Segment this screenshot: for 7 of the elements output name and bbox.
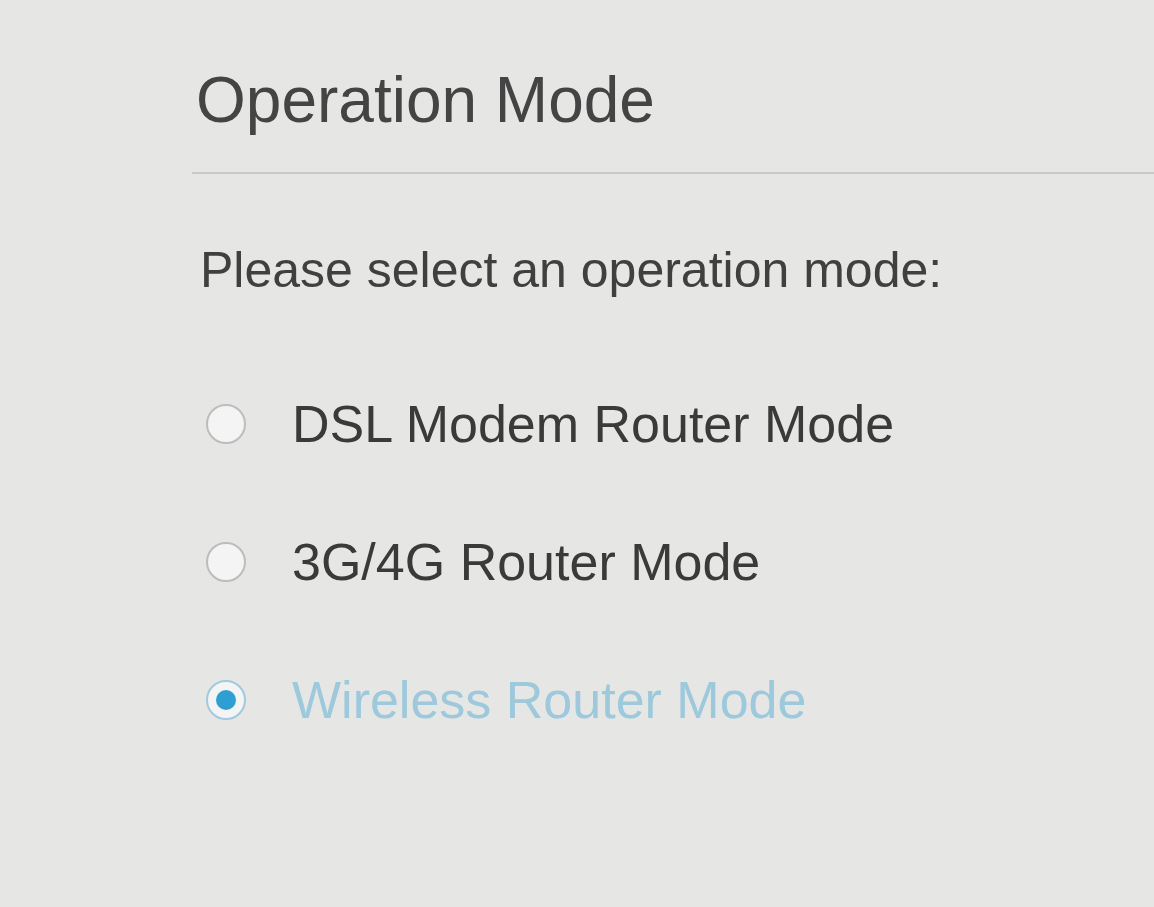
option-label[interactable]: 3G/4G Router Mode: [292, 530, 761, 594]
prompt-text: Please select an operation mode:: [199, 241, 944, 300]
radio-button[interactable]: [206, 404, 246, 444]
page-title: Operation Mode: [195, 63, 656, 138]
option-label[interactable]: DSL Modem Router Mode: [292, 392, 895, 456]
radio-button[interactable]: [206, 680, 246, 720]
radio-button[interactable]: [206, 542, 246, 582]
